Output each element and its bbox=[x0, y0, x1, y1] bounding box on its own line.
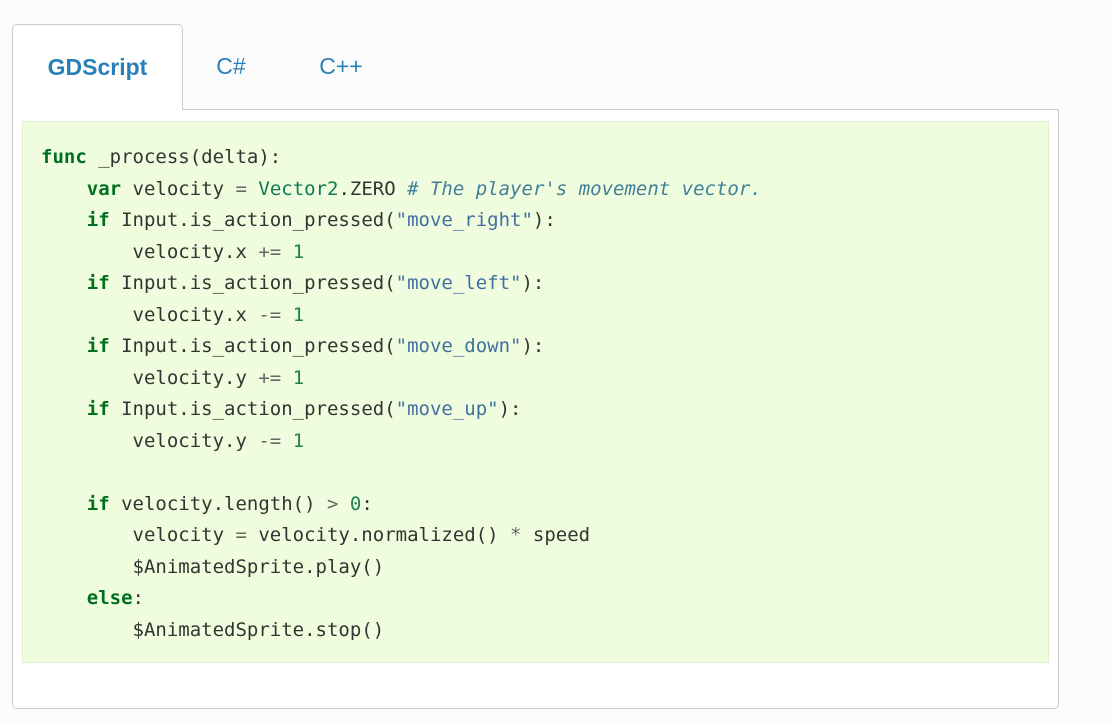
code-token-kw: if bbox=[86, 272, 110, 294]
code-token-num: 0 bbox=[349, 492, 362, 515]
code-token: velocity.y bbox=[41, 366, 259, 389]
code-token-kw: var bbox=[86, 177, 122, 200]
code-token-str: "move_up" bbox=[395, 398, 499, 420]
code-token: velocity.normalized() bbox=[246, 524, 511, 546]
code-token: Input.is_action_pressed( bbox=[109, 398, 396, 420]
code-token-str: "move_left" bbox=[395, 272, 522, 294]
code-token: Input.is_action_pressed( bbox=[109, 272, 396, 294]
code-token: _process(delta): bbox=[86, 146, 282, 168]
tab-cpp[interactable]: C++ bbox=[306, 24, 376, 109]
code-token-op: += bbox=[258, 366, 282, 389]
code-token-cls: Vector2 bbox=[258, 177, 339, 200]
code-line: if Input.is_action_pressed("move_up"): bbox=[41, 394, 762, 426]
code-token: ): bbox=[521, 335, 545, 357]
code-line: $AnimatedSprite.stop() bbox=[41, 615, 762, 647]
tab-divider bbox=[182, 109, 1059, 110]
code-line: velocity = velocity.normalized() * speed bbox=[41, 520, 762, 552]
code-line: if Input.is_action_pressed("move_down"): bbox=[41, 331, 762, 363]
code-token-kw: if bbox=[86, 492, 110, 515]
code-token-str: "move_right" bbox=[395, 209, 533, 231]
code-line: if Input.is_action_pressed("move_right")… bbox=[41, 205, 762, 237]
code-token: velocity.length() bbox=[109, 492, 327, 515]
code-token-op: += bbox=[258, 240, 282, 263]
code-token: ): bbox=[521, 272, 545, 294]
code-token: velocity.x bbox=[41, 303, 259, 326]
code-token: ): bbox=[498, 398, 522, 420]
code-block: func _process(delta): var velocity = Vec… bbox=[22, 121, 1049, 663]
code-token: : bbox=[132, 587, 144, 609]
tab-panel: func _process(delta): var velocity = Vec… bbox=[12, 109, 1059, 709]
code-token-op: = bbox=[235, 524, 247, 546]
tab-csharp[interactable]: C# bbox=[198, 24, 264, 109]
code-token: $AnimatedSprite.play() bbox=[41, 555, 385, 578]
code-line: velocity.x += 1 bbox=[41, 237, 762, 269]
code-token: : bbox=[361, 492, 373, 515]
tab-gdscript[interactable]: GDScript bbox=[12, 24, 183, 110]
code-line: else: bbox=[41, 583, 762, 615]
code-token-num: 1 bbox=[292, 240, 305, 263]
code-token: .ZERO bbox=[338, 177, 408, 200]
code-token-str: "move_down" bbox=[395, 335, 522, 357]
code-line: var velocity = Vector2.ZERO # The player… bbox=[41, 174, 762, 206]
code-token: Input.is_action_pressed( bbox=[109, 335, 396, 357]
code-line: velocity.y -= 1 bbox=[41, 426, 762, 458]
code-token: speed bbox=[521, 524, 591, 546]
code-token-op: -= bbox=[258, 303, 282, 326]
code-token: ): bbox=[532, 209, 556, 231]
code-token-num: 1 bbox=[292, 303, 305, 326]
code-line: $AnimatedSprite.play() bbox=[41, 552, 762, 584]
code-line: if velocity.length() > 0: bbox=[41, 489, 762, 521]
code-token: velocity bbox=[41, 524, 236, 546]
code-listing: func _process(delta): var velocity = Vec… bbox=[41, 142, 762, 646]
code-token: velocity.y bbox=[41, 429, 259, 452]
code-tabs: GDScript C# C++ func _process(delta): va… bbox=[12, 24, 1059, 709]
code-token-num: 1 bbox=[292, 429, 305, 452]
code-line: velocity.y += 1 bbox=[41, 363, 762, 395]
code-line: velocity.x -= 1 bbox=[41, 300, 762, 332]
code-token-kw: if bbox=[86, 209, 110, 231]
code-token-kw: if bbox=[86, 398, 110, 420]
tab-strip: GDScript C# C++ bbox=[12, 24, 1059, 110]
code-token-op: = bbox=[235, 177, 247, 200]
code-token-com: # The player's movement vector. bbox=[407, 177, 762, 200]
code-line: if Input.is_action_pressed("move_left"): bbox=[41, 268, 762, 300]
code-token-op: -= bbox=[258, 429, 282, 452]
code-token-kw: func bbox=[41, 146, 87, 168]
code-token: $AnimatedSprite.stop() bbox=[41, 618, 385, 641]
code-token: Input.is_action_pressed( bbox=[109, 209, 396, 231]
code-token-num: 1 bbox=[292, 366, 305, 389]
code-line: func _process(delta): bbox=[41, 142, 762, 174]
code-token-op: > bbox=[327, 492, 339, 515]
code-token: velocity.x bbox=[41, 240, 259, 263]
code-token-op: * bbox=[510, 524, 522, 546]
code-token-kw: else bbox=[86, 587, 133, 609]
code-token-kw: if bbox=[86, 335, 110, 357]
code-token: velocity bbox=[121, 177, 236, 200]
